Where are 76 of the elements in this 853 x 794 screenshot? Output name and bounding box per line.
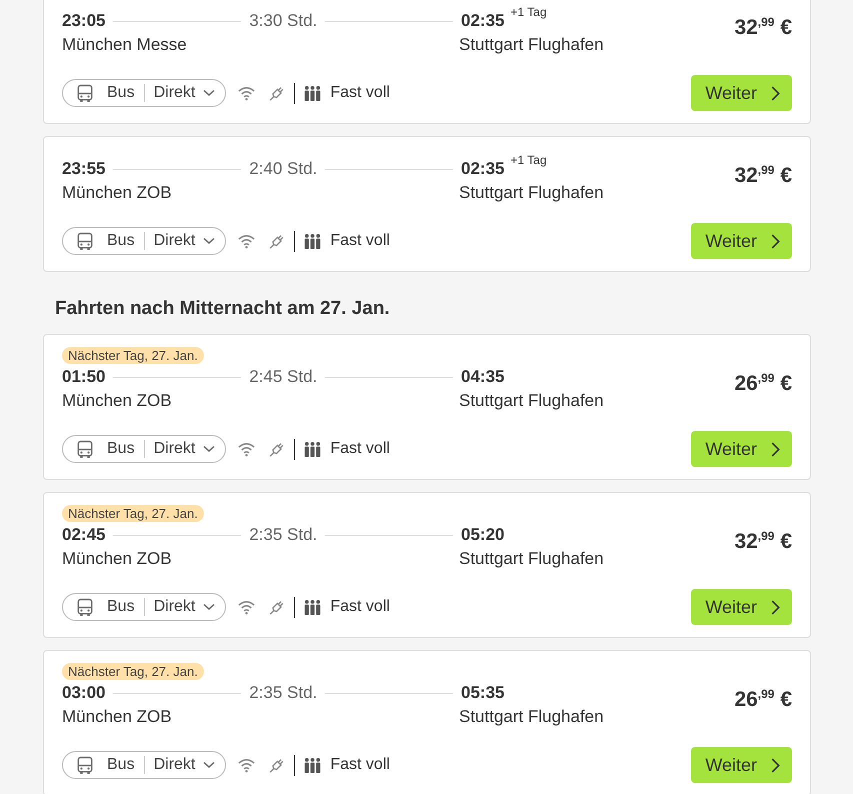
- bus-icon: [77, 440, 93, 458]
- departure-station: München Messe: [62, 35, 188, 55]
- chevron-down-icon: [203, 445, 216, 453]
- trip-duration: 2:35 Std.: [249, 525, 318, 545]
- wifi-icon: [237, 598, 256, 616]
- people-icon: [303, 232, 322, 250]
- arrival-station: Stuttgart Flughafen: [459, 707, 604, 727]
- trip-price: 32$^{,99}$ €: [734, 15, 792, 40]
- departure-time: 03:00: [62, 683, 106, 703]
- chevron-right-icon: [771, 442, 780, 456]
- chevron-down-icon: [203, 761, 216, 769]
- arrival-time: 05:20: [461, 525, 504, 545]
- wifi-icon: [237, 756, 256, 774]
- departure-station: München ZOB: [62, 707, 173, 727]
- people-icon: [303, 756, 322, 774]
- arrival-station: Stuttgart Flughafen: [459, 183, 604, 203]
- arrival-station: Stuttgart Flughafen: [459, 549, 604, 569]
- next-day-badge: Nächster Tag, 27. Jan.: [62, 347, 204, 364]
- wifi-icon: [237, 232, 256, 250]
- bus-icon: [77, 598, 93, 616]
- departure-time: 23:55: [62, 159, 106, 179]
- arrival-time: 02:35: [461, 159, 504, 179]
- chevron-down-icon: [203, 89, 216, 97]
- occupancy-label: Fast voll: [330, 598, 390, 616]
- trip-details-button[interactable]: Bus Direkt: [62, 227, 226, 255]
- occupancy-label: Fast voll: [330, 232, 390, 250]
- next-day-note: +1 Tag: [510, 153, 547, 167]
- departure-time: 01:50: [62, 367, 106, 387]
- people-icon: [303, 440, 322, 458]
- departure-time: 23:05: [62, 11, 106, 31]
- continue-button[interactable]: Weiter: [691, 223, 792, 259]
- occupancy-label: Fast voll: [330, 756, 390, 774]
- arrival-time: 05:35: [461, 683, 504, 703]
- departure-time: 02:45: [62, 525, 106, 545]
- next-day-note: +1 Tag: [510, 5, 547, 19]
- trip-details-button[interactable]: Bus Direkt: [62, 751, 226, 779]
- wifi-icon: [237, 84, 256, 102]
- trip-price: 32$^{,99}$ €: [734, 163, 792, 188]
- occupancy-label: Fast voll: [330, 440, 390, 458]
- arrival-station: Stuttgart Flughafen: [459, 391, 604, 411]
- arrival-time: 02:35: [461, 11, 504, 31]
- continue-button[interactable]: Weiter: [691, 75, 792, 111]
- trip-price: 26$^{,99}$ €: [734, 371, 792, 396]
- departure-station: München ZOB: [62, 549, 173, 569]
- chevron-right-icon: [771, 758, 780, 772]
- next-day-badge: Nächster Tag, 27. Jan.: [62, 663, 204, 680]
- chevron-right-icon: [771, 86, 780, 100]
- bus-icon: [77, 756, 93, 774]
- trip-details-button[interactable]: Bus Direkt: [62, 435, 226, 463]
- occupancy-label: Fast voll: [330, 84, 390, 102]
- people-icon: [303, 598, 322, 616]
- arrival-time: 04:35: [461, 367, 504, 387]
- trip-price: 26$^{,99}$ €: [734, 687, 792, 712]
- arrival-station: Stuttgart Flughafen: [459, 35, 604, 55]
- chevron-right-icon: [771, 600, 780, 614]
- wifi-icon: [237, 440, 256, 458]
- departure-station: München ZOB: [62, 391, 173, 411]
- chevron-down-icon: [203, 603, 216, 611]
- trip-details-button[interactable]: Bus Direkt: [62, 79, 226, 107]
- trip-duration: 2:35 Std.: [249, 683, 318, 703]
- trip-details-button[interactable]: Bus Direkt: [62, 593, 226, 621]
- continue-button[interactable]: Weiter: [691, 589, 792, 625]
- bus-icon: [77, 232, 93, 250]
- people-icon: [303, 84, 322, 102]
- trip-price: 32$^{,99}$ €: [734, 529, 792, 554]
- chevron-down-icon: [203, 237, 216, 245]
- chevron-right-icon: [771, 234, 780, 248]
- bus-icon: [77, 84, 93, 102]
- continue-button[interactable]: Weiter: [691, 747, 792, 783]
- departure-station: München ZOB: [62, 183, 173, 203]
- continue-button[interactable]: Weiter: [691, 431, 792, 467]
- trip-duration: 2:40 Std.: [249, 159, 318, 179]
- section-heading: Fahrten nach Mitternacht am 27. Jan.: [54, 297, 391, 321]
- next-day-badge: Nächster Tag, 27. Jan.: [62, 505, 204, 522]
- trip-duration: 2:45 Std.: [249, 367, 318, 387]
- trip-duration: 3:30 Std.: [249, 11, 318, 31]
